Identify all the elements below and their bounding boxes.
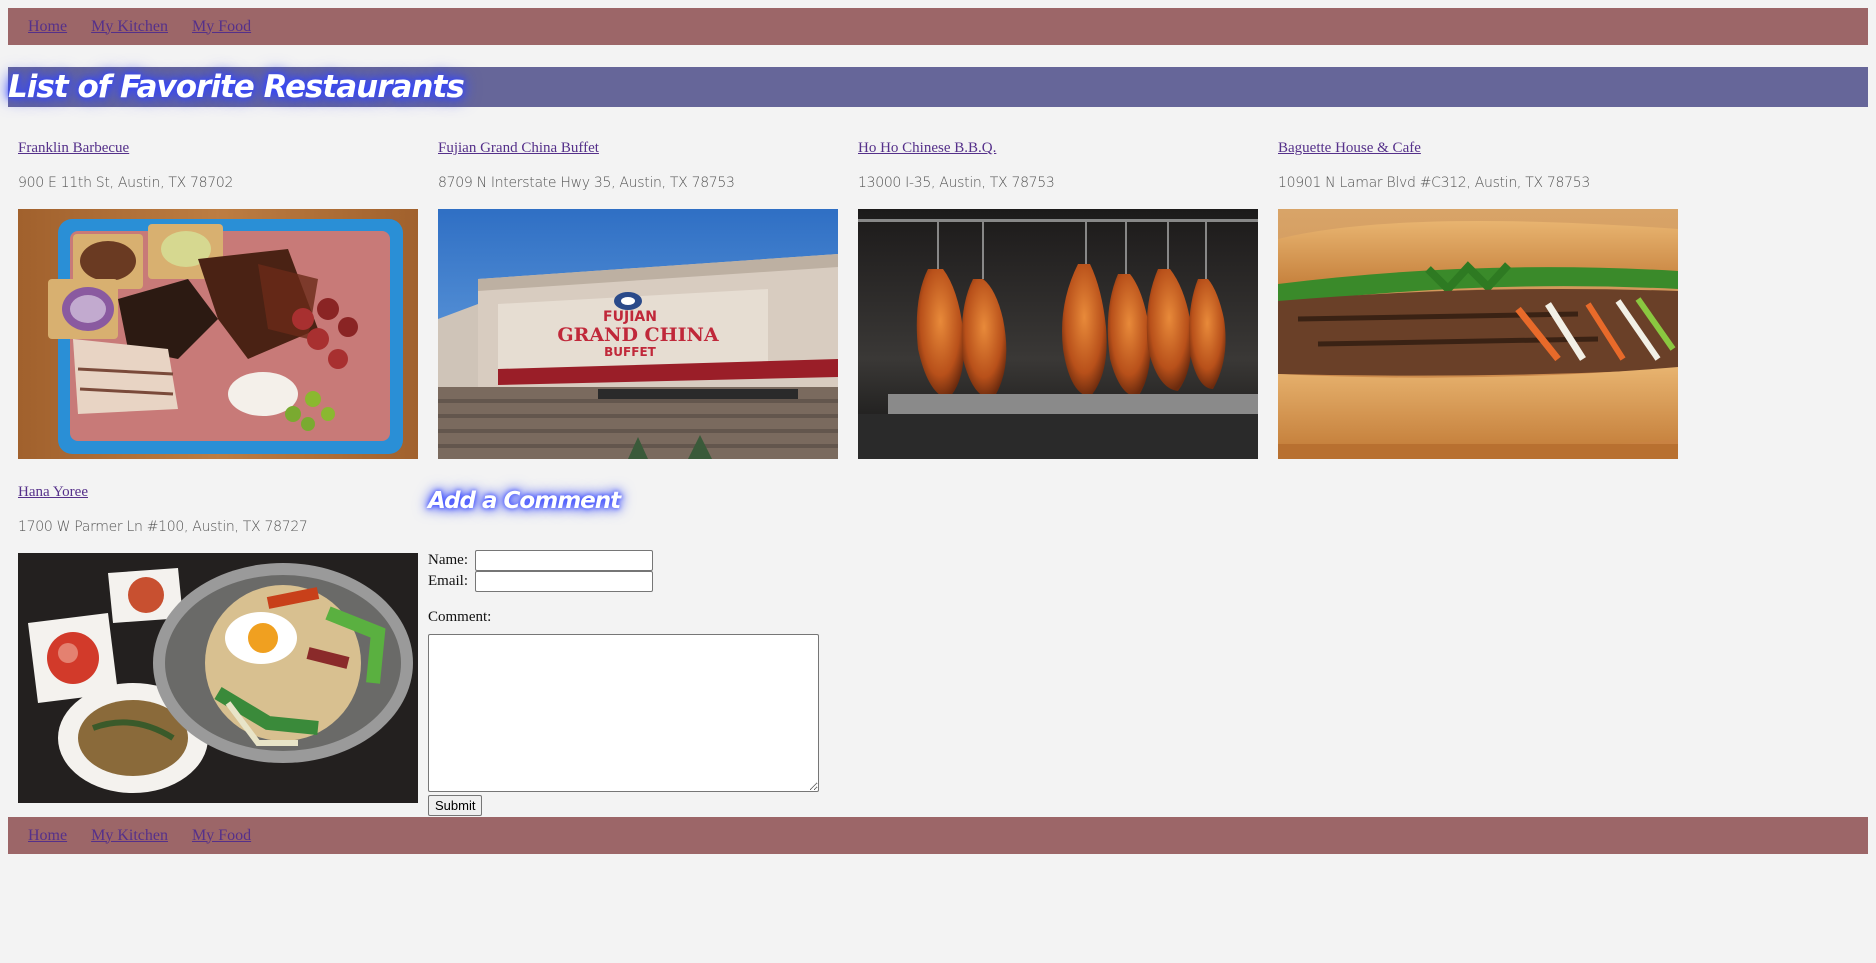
page-title: List of Favorite Restaurants [8,69,465,105]
restaurant-photo-bbq-platter [18,209,418,459]
email-label: Email: [428,573,468,589]
restaurant-address: 900 E 11th St, Austin, TX 78702 [18,175,234,191]
page-header-banner: List of Favorite Restaurants [8,67,1868,107]
comment-form-title: Add a Comment [428,488,621,514]
sign-line-1: FUJIAN [603,309,657,325]
sign-line-2: GRAND CHINA [557,324,719,346]
email-input[interactable] [475,571,653,592]
restaurant-name-link[interactable]: Baguette House & Cafe [1278,140,1421,157]
top-nav-bar: Home My Kitchen My Food [8,8,1868,45]
restaurant-name-link[interactable]: Franklin Barbecue [18,140,129,157]
nav-link-my-kitchen[interactable]: My Kitchen [91,827,168,845]
name-input[interactable] [475,550,653,571]
restaurant-photo-roast-ducks [858,209,1258,459]
restaurant-address: 1700 W Parmer Ln #100, Austin, TX 78727 [18,519,308,535]
submit-button[interactable]: Submit [428,795,483,816]
comment-textarea[interactable] [428,634,819,792]
restaurant-name-link[interactable]: Fujian Grand China Buffet [438,140,599,157]
sign-line-3: BUFFET [604,345,656,359]
bottom-nav-bar: Home My Kitchen My Food [8,817,1868,854]
restaurant-address: 8709 N Interstate Hwy 35, Austin, TX 787… [438,175,735,191]
restaurant-address: 10901 N Lamar Blvd #C312, Austin, TX 787… [1278,175,1590,191]
restaurant-address: 13000 I-35, Austin, TX 78753 [858,175,1055,191]
comment-label: Comment: [428,609,492,625]
nav-link-home[interactable]: Home [28,18,67,36]
restaurant-photo-buffet-building: FUJIAN GRAND CHINA BUFFET [438,209,838,459]
nav-link-my-food[interactable]: My Food [192,18,251,36]
restaurant-photo-bibimbap [18,553,418,803]
comment-form: Add a Comment Name: Email: Comment: Subm… [428,488,848,818]
nav-link-my-kitchen[interactable]: My Kitchen [91,18,168,36]
restaurant-name-link[interactable]: Ho Ho Chinese B.B.Q. [858,140,996,157]
nav-link-home[interactable]: Home [28,827,67,845]
name-label: Name: [428,552,468,568]
restaurant-photo-banh-mi [1278,209,1678,459]
nav-link-my-food[interactable]: My Food [192,827,251,845]
restaurant-name-link[interactable]: Hana Yoree [18,484,88,501]
